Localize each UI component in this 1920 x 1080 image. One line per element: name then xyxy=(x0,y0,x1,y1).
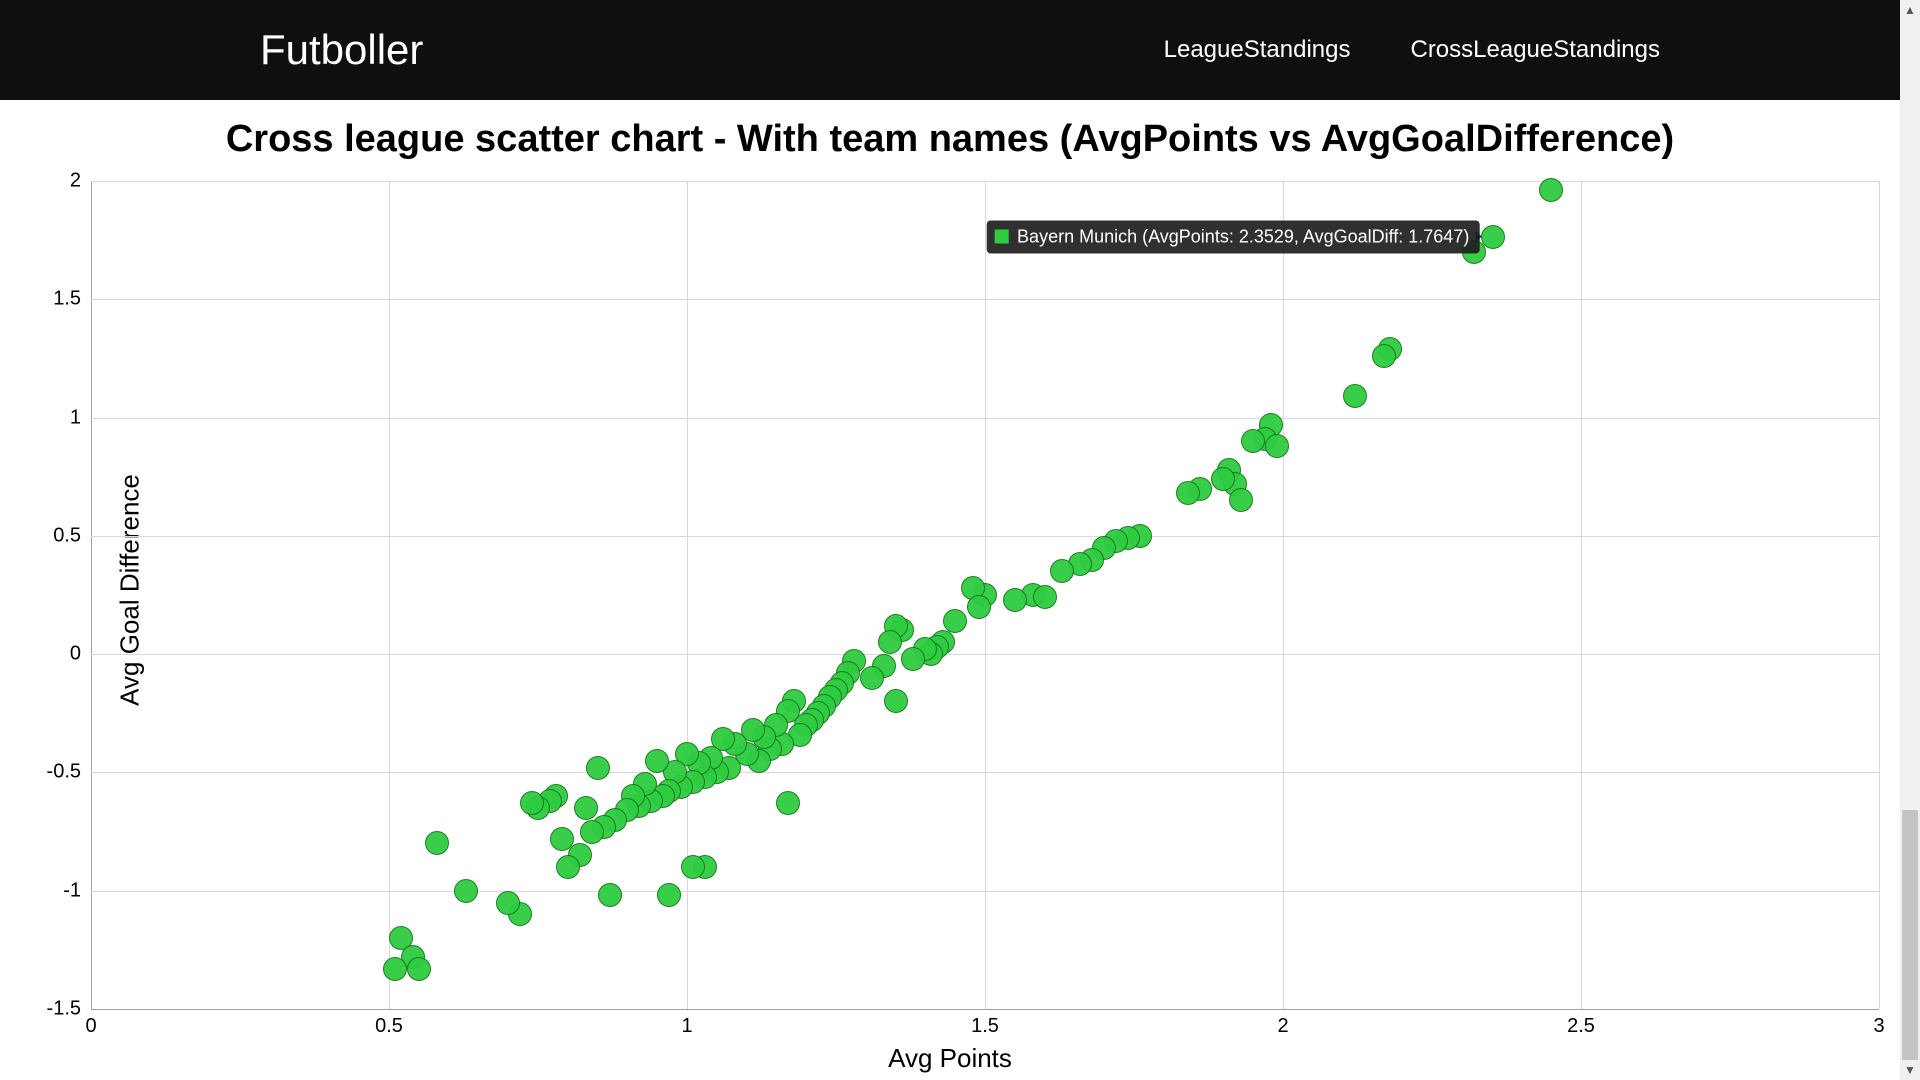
data-point[interactable] xyxy=(407,957,431,981)
tooltip-swatch-icon xyxy=(995,230,1009,244)
y-tick-label: -0.5 xyxy=(47,761,91,784)
data-point[interactable] xyxy=(1265,434,1289,458)
gridline-h xyxy=(91,654,1879,655)
data-point[interactable] xyxy=(901,647,925,671)
data-point[interactable] xyxy=(580,820,604,844)
gridline-v xyxy=(1879,181,1880,1009)
data-point[interactable] xyxy=(1372,344,1396,368)
data-point[interactable] xyxy=(598,883,622,907)
data-point[interactable] xyxy=(574,796,598,820)
nav-links: LeagueStandings CrossLeagueStandings xyxy=(1164,36,1660,64)
data-point[interactable] xyxy=(1343,384,1367,408)
gridline-h xyxy=(91,181,1879,182)
y-tick-label: -1.5 xyxy=(47,998,91,1021)
gridline-h xyxy=(91,891,1879,892)
nav-link-crossleaguestandings[interactable]: CrossLeagueStandings xyxy=(1410,36,1660,64)
data-point[interactable] xyxy=(1539,178,1563,202)
plot-area[interactable]: 00.511.522.53-1.5-1-0.500.511.52Bayern M… xyxy=(90,180,1880,1010)
scroll-down-icon[interactable]: ▼ xyxy=(1900,1060,1920,1080)
data-point[interactable] xyxy=(550,827,574,851)
data-point[interactable] xyxy=(586,756,610,780)
x-axis-label: Avg Points xyxy=(888,1043,1012,1074)
tooltip-text: Bayern Munich (AvgPoints: 2.3529, AvgGoa… xyxy=(1017,226,1469,247)
data-point[interactable] xyxy=(520,791,544,815)
x-tick-label: 2 xyxy=(1277,1009,1288,1038)
brand-logo[interactable]: Futboller xyxy=(260,26,423,74)
data-point[interactable] xyxy=(425,831,449,855)
data-point[interactable] xyxy=(645,749,669,773)
data-point[interactable] xyxy=(681,855,705,879)
data-point[interactable] xyxy=(884,689,908,713)
data-point[interactable] xyxy=(1033,585,1057,609)
x-tick-label: 0.5 xyxy=(375,1009,403,1038)
gridline-v xyxy=(1283,181,1284,1009)
data-point[interactable] xyxy=(1176,481,1200,505)
data-point[interactable] xyxy=(860,666,884,690)
chart-title: Cross league scatter chart - With team n… xyxy=(0,100,1900,169)
gridline-v xyxy=(389,181,390,1009)
data-point[interactable] xyxy=(878,630,902,654)
y-tick-label: 1 xyxy=(70,406,91,429)
y-tick-label: 1.5 xyxy=(53,288,91,311)
x-tick-label: 1 xyxy=(681,1009,692,1038)
y-tick-label: -1 xyxy=(63,879,91,902)
gridline-h xyxy=(91,772,1879,773)
chart-container: Cross league scatter chart - With team n… xyxy=(0,100,1900,1080)
x-tick-label: 1.5 xyxy=(971,1009,999,1038)
data-point[interactable] xyxy=(1229,488,1253,512)
x-tick-label: 2.5 xyxy=(1567,1009,1595,1038)
scroll-up-icon[interactable]: ▲ xyxy=(1900,0,1920,20)
y-tick-label: 0.5 xyxy=(53,524,91,547)
data-point[interactable] xyxy=(1211,467,1235,491)
data-point[interactable] xyxy=(1050,559,1074,583)
gridline-h xyxy=(91,299,1879,300)
gridline-v xyxy=(91,181,92,1009)
navbar: Futboller LeagueStandings CrossLeagueSta… xyxy=(0,0,1920,100)
gridline-v xyxy=(1581,181,1582,1009)
x-tick-label: 3 xyxy=(1873,1009,1884,1038)
y-tick-label: 0 xyxy=(70,643,91,666)
data-point[interactable] xyxy=(1241,429,1265,453)
data-point[interactable] xyxy=(776,791,800,815)
gridline-h xyxy=(91,418,1879,419)
data-point[interactable] xyxy=(943,609,967,633)
nav-link-leaguestandings[interactable]: LeagueStandings xyxy=(1164,36,1351,64)
data-point[interactable] xyxy=(383,957,407,981)
data-point[interactable] xyxy=(967,595,991,619)
scroll-thumb[interactable] xyxy=(1902,810,1918,1069)
data-point[interactable] xyxy=(657,883,681,907)
tooltip: Bayern Munich (AvgPoints: 2.3529, AvgGoa… xyxy=(987,220,1479,253)
data-point[interactable] xyxy=(454,879,478,903)
page-scrollbar[interactable]: ▲ ▼ xyxy=(1900,0,1920,1080)
data-point[interactable] xyxy=(556,855,580,879)
gridline-h xyxy=(91,1009,1879,1010)
gridline-h xyxy=(91,536,1879,537)
gridline-v xyxy=(687,181,688,1009)
data-point[interactable] xyxy=(496,891,520,915)
data-point[interactable] xyxy=(1003,588,1027,612)
y-tick-label: 2 xyxy=(70,170,91,193)
